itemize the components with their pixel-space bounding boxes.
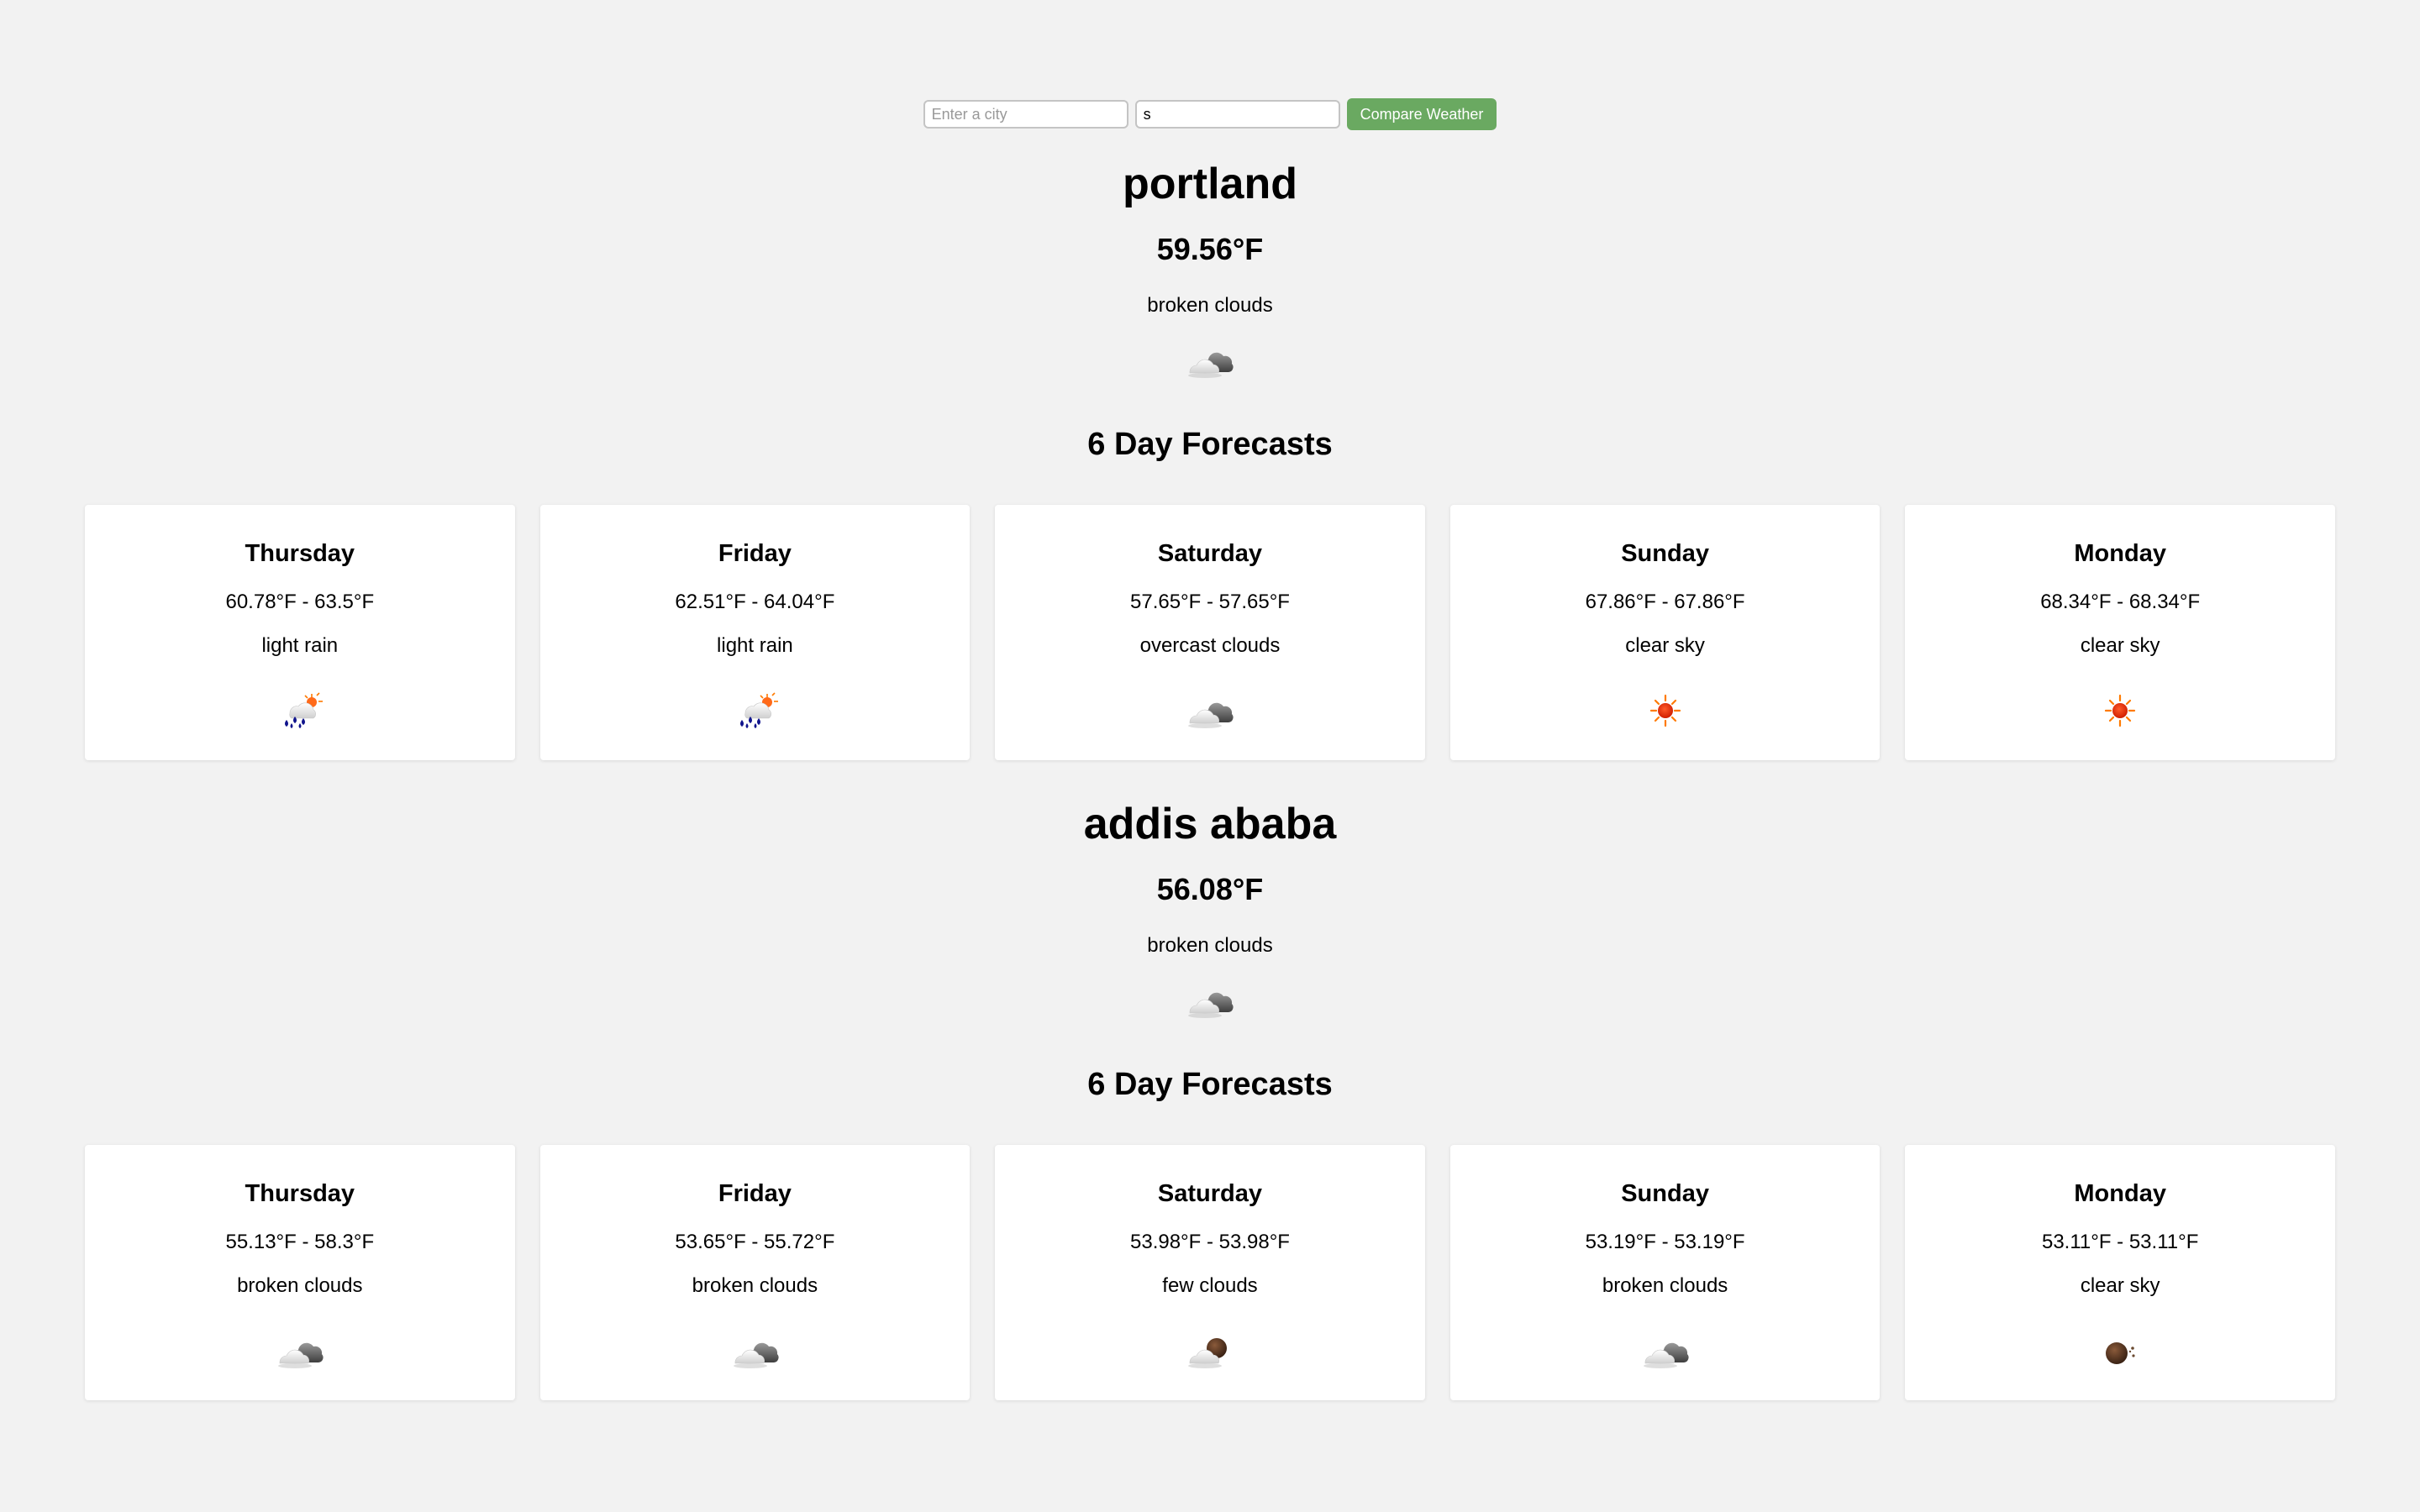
forecast-card-friday: Friday 62.51°F - 64.04°F light rain <box>539 505 971 760</box>
city-section-portland: portland 59.56°F broken clouds 6 Day For… <box>0 156 2420 760</box>
forecast-temp-range: 55.13°F - 58.3°F <box>225 1231 375 1253</box>
forecast-card-sunday: Sunday 53.19°F - 53.19°F broken clouds <box>1449 1145 1881 1400</box>
broken-clouds-icon <box>1640 1331 1691 1370</box>
forecast-title: 6 Day Forecasts <box>1087 427 1333 462</box>
current-description: broken clouds <box>1147 934 1273 957</box>
forecast-day: Thursday <box>245 540 355 567</box>
forecast-description: broken clouds <box>1602 1274 1728 1297</box>
forecast-description: overcast clouds <box>1139 634 1281 657</box>
city-1-input[interactable] <box>923 100 1128 129</box>
broken-clouds-icon <box>1185 981 1235 1020</box>
city-section-addis-ababa: addis ababa 56.08°F broken clouds 6 Day … <box>0 796 2420 1400</box>
forecast-description: clear sky <box>2080 1274 2160 1297</box>
forecast-card-thursday: Thursday 55.13°F - 58.3°F broken clouds <box>85 1145 515 1400</box>
rain-icon <box>275 691 325 730</box>
forecast-description: clear sky <box>1625 634 1705 657</box>
forecast-description: light rain <box>717 634 793 657</box>
forecast-card-saturday: Saturday 57.65°F - 57.65°F overcast clou… <box>995 505 1425 760</box>
forecast-card-friday: Friday 53.65°F - 55.72°F broken clouds <box>539 1145 971 1400</box>
forecast-card-monday: Monday 68.34°F - 68.34°F clear sky <box>1905 505 2335 760</box>
compare-weather-button[interactable]: Compare Weather <box>1346 98 1497 130</box>
current-description: broken clouds <box>1147 294 1273 317</box>
current-temperature: 56.08°F <box>1156 872 1264 906</box>
forecast-temp-range: 57.65°F - 57.65°F <box>1130 591 1290 613</box>
rain-icon <box>730 691 781 730</box>
forecast-list: Thursday 60.78°F - 63.5°F light rain Fri… <box>85 505 2335 760</box>
forecast-day: Friday <box>718 1180 792 1207</box>
broken-clouds-icon <box>730 1331 781 1370</box>
broken-clouds-icon <box>1185 691 1235 730</box>
forecast-card-thursday: Thursday 60.78°F - 63.5°F light rain <box>85 505 515 760</box>
broken-clouds-icon <box>275 1331 325 1370</box>
compare-form: Compare Weather <box>0 98 2420 130</box>
city-2-input[interactable] <box>1134 100 1340 129</box>
forecast-day: Sunday <box>1621 1180 1709 1207</box>
forecast-temp-range: 53.98°F - 53.98°F <box>1130 1231 1290 1253</box>
forecast-list: Thursday 55.13°F - 58.3°F broken clouds … <box>85 1145 2335 1400</box>
forecast-day: Friday <box>718 540 792 567</box>
forecast-description: broken clouds <box>692 1274 818 1297</box>
forecast-day: Saturday <box>1157 1180 1263 1207</box>
forecast-temp-range: 62.51°F - 64.04°F <box>675 591 835 613</box>
few-clouds-night-icon <box>1185 1331 1235 1370</box>
current-temperature: 59.56°F <box>1156 232 1264 266</box>
forecast-day: Saturday <box>1157 540 1263 567</box>
forecast-temp-range: 60.78°F - 63.5°F <box>225 591 375 613</box>
forecast-title: 6 Day Forecasts <box>1087 1067 1333 1102</box>
forecast-temp-range: 53.19°F - 53.19°F <box>1585 1231 1745 1253</box>
forecast-day: Monday <box>2074 1180 2166 1207</box>
forecast-description: few clouds <box>1162 1274 1258 1297</box>
city-name: addis ababa <box>1083 800 1337 848</box>
forecast-temp-range: 53.11°F - 53.11°F <box>2041 1231 2199 1253</box>
forecast-card-saturday: Saturday 53.98°F - 53.98°F few clouds <box>995 1145 1425 1400</box>
forecast-description: clear sky <box>2080 634 2160 657</box>
city-name: portland <box>1123 160 1297 208</box>
forecast-day: Sunday <box>1621 540 1709 567</box>
sun-icon <box>1640 691 1691 730</box>
broken-clouds-icon <box>1185 341 1235 380</box>
moon-icon <box>2095 1331 2145 1370</box>
sun-icon <box>2095 691 2145 730</box>
forecast-card-sunday: Sunday 67.86°F - 67.86°F clear sky <box>1449 505 1881 760</box>
forecast-day: Thursday <box>245 1180 355 1207</box>
forecast-day: Monday <box>2074 540 2166 567</box>
forecast-temp-range: 53.65°F - 55.72°F <box>675 1231 835 1253</box>
forecast-temp-range: 67.86°F - 67.86°F <box>1585 591 1745 613</box>
forecast-card-monday: Monday 53.11°F - 53.11°F clear sky <box>1905 1145 2335 1400</box>
forecast-temp-range: 68.34°F - 68.34°F <box>2040 591 2201 613</box>
forecast-description: broken clouds <box>237 1274 363 1297</box>
forecast-description: light rain <box>261 634 339 657</box>
